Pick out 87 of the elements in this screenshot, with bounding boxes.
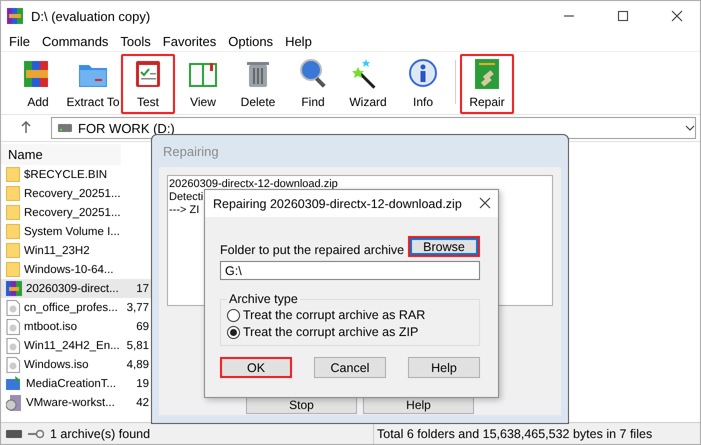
drive-icon [6, 430, 22, 438]
file-row[interactable]: Recovery_20251... [1, 203, 153, 222]
dialog-button[interactable]: Cancel [314, 357, 386, 378]
key-icon [28, 428, 44, 438]
drive-icon [58, 124, 72, 132]
status-text: 1 archive(s) found [50, 426, 150, 440]
file-icon [6, 318, 20, 334]
file-row[interactable]: Win11_24H2_En... 5,81 [1, 336, 153, 355]
file-name: Win11_23H2 [24, 244, 90, 256]
file-icon [6, 356, 20, 372]
file-name: Windows-10-64... [24, 264, 114, 276]
status-text: Total 6 folders and 15,638,465,532 bytes in 7 files [376, 426, 652, 440]
field-label: Folder to put the repaired archive [220, 243, 404, 257]
file-size: 3,77 [126, 302, 149, 314]
file-row[interactable]: Win11_23H2 [1, 241, 153, 260]
menu-item[interactable]: Help [279, 34, 318, 48]
group-title: Archive type [228, 292, 299, 306]
file-name: Recovery_20251... [24, 206, 121, 218]
file-row[interactable]: cn_office_profes... 3,77 [1, 298, 153, 317]
folder-field[interactable]: G:\ [220, 261, 480, 280]
file-size: 69 [135, 320, 149, 332]
file-row[interactable]: System Volume I... [1, 222, 153, 241]
radio-option[interactable]: Treat the corrupt archive as ZIP [227, 325, 471, 339]
menu-item[interactable]: Commands [36, 34, 114, 48]
file-size: 19 [135, 378, 149, 390]
file-name: Windows.iso [24, 358, 89, 370]
dialog-title: Repairing [162, 143, 220, 161]
column-header[interactable]: Name [1, 144, 121, 165]
installer-icon [6, 376, 22, 391]
radio-option[interactable]: Treat the corrupt archive as RAR [227, 308, 471, 322]
browse-button[interactable]: Browse [408, 236, 480, 257]
file-row[interactable]: MediaCreationT... 19 [1, 374, 153, 393]
menu-item[interactable]: Favorites [156, 34, 222, 48]
file-name: VMware-workst... [26, 396, 115, 408]
file-name: MediaCreationT... [26, 378, 116, 390]
file-name: Win11_24H2_En... [24, 340, 120, 352]
app-icon [7, 8, 23, 24]
up-arrow-icon[interactable] [21, 120, 31, 132]
archive-icon [6, 281, 22, 296]
menu-item[interactable]: Options [222, 34, 280, 48]
file-name: mtboot.iso [24, 320, 78, 332]
file-name: cn_office_profes... [24, 302, 118, 314]
file-size: 5,81 [126, 340, 149, 352]
log-line: ---> ZI [169, 204, 200, 217]
dialog-button[interactable]: Help [408, 357, 480, 378]
toolbar-button[interactable]: Delete [231, 54, 285, 114]
dialog-title: Repairing 20260309-directx-12-download.zip [213, 196, 462, 210]
menu-item[interactable]: File [3, 34, 36, 48]
toolbar-button[interactable]: Test [121, 54, 175, 114]
file-row[interactable]: Recovery_20251... [1, 184, 153, 203]
file-icon [6, 338, 20, 354]
file-icon [6, 300, 20, 316]
dropdown-icon [685, 125, 695, 131]
toolbar-button[interactable]: Add [11, 54, 65, 114]
file-name: Recovery_20251... [24, 188, 121, 200]
folder-icon [6, 224, 20, 239]
window-title: D:\ (evaluation copy) [31, 8, 152, 24]
radio-icon[interactable] [227, 326, 240, 338]
toolbar-button[interactable]: Extract To [66, 54, 120, 114]
file-name: 20260309-direct... [26, 282, 119, 294]
file-size: 17 [135, 282, 149, 294]
folder-icon [6, 243, 20, 258]
folder-icon [6, 186, 20, 201]
folder-icon [6, 167, 20, 182]
radio-icon[interactable] [227, 308, 240, 322]
file-row[interactable]: Windows-10-64... [1, 260, 153, 279]
menu-item[interactable]: Tools [114, 34, 157, 48]
file-row[interactable]: 20260309-direct... 17 [1, 279, 153, 298]
log-line: 20260309-directx-12-download.zip [169, 178, 338, 191]
file-size: 4,89 [126, 358, 149, 370]
toolbar-button[interactable]: View [176, 54, 230, 114]
file-name: $RECYCLE.BIN [24, 168, 108, 180]
log-line: Detecti [169, 191, 204, 204]
toolbar-button[interactable]: Wizard [341, 54, 395, 114]
toolbar-button[interactable]: Find [286, 54, 340, 114]
file-row[interactable]: mtboot.iso 69 [1, 317, 153, 336]
file-row[interactable]: $RECYCLE.BIN [1, 165, 153, 184]
file-size: 42 [135, 396, 149, 408]
file-name: System Volume I... [24, 226, 120, 238]
folder-icon [6, 205, 20, 220]
file-row[interactable]: Windows.iso 4,89 [1, 355, 153, 374]
toolbar-button[interactable]: Info [396, 54, 450, 114]
folder-icon [6, 262, 20, 277]
file-row[interactable]: VMware-workst... 42 [1, 393, 153, 412]
disc-box-icon [6, 394, 22, 410]
toolbar-button[interactable]: Repair [460, 54, 514, 114]
dialog-button[interactable]: OK [220, 357, 292, 378]
